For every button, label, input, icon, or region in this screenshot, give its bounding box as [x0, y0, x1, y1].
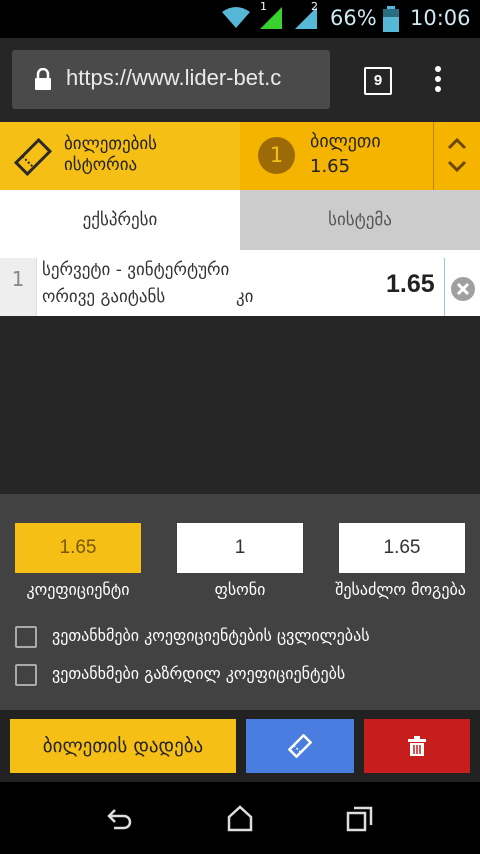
lock-icon — [35, 68, 51, 90]
chevron-up-icon — [447, 138, 467, 150]
coefficient-value: 1.65 — [15, 523, 141, 573]
ticket-history-label: ბილეთების ისტორია — [64, 134, 158, 175]
coefficient-label: კოეფიციენტი — [26, 580, 130, 599]
clock: 10:06 — [410, 6, 471, 30]
possible-win-label: შესაძლო მოგება — [335, 580, 466, 599]
tab-express[interactable]: ექსპრესი — [0, 190, 240, 250]
tabs-spacer — [0, 250, 480, 258]
ticket-icon — [14, 138, 52, 176]
bet-calculator: 1.65 1 1.65 კოეფიციენტი ფსონი შესაძლო მო… — [0, 494, 480, 710]
status-bar: 1 2 66% 10:06 — [0, 0, 480, 38]
ticket-odds: 1.65 — [310, 156, 351, 177]
selection-index: 1 — [0, 258, 37, 316]
battery-percent: 66% — [330, 6, 377, 30]
place-bet-button[interactable]: ბილეთის დადება — [10, 719, 236, 773]
tab-switcher-button[interactable]: 9 — [364, 67, 392, 95]
ticket-title: ბილეთი — [310, 131, 381, 152]
signal-1-label: 1 — [260, 0, 267, 13]
divider — [444, 258, 445, 316]
ticket-summary[interactable]: 1 ბილეთი 1.65 — [240, 122, 433, 190]
home-icon[interactable] — [226, 804, 254, 832]
action-bar: ბილეთის დადება — [0, 710, 480, 782]
bet-selection-row[interactable]: 1 სერვეტი - ვინტერტური ორივე გაიტანს კი … — [0, 258, 480, 316]
battery-icon — [383, 6, 399, 32]
selection-event: სერვეტი - ვინტერტური — [42, 260, 230, 280]
stake-label: ფსონი — [214, 580, 266, 599]
wifi-icon — [222, 7, 250, 28]
accept-increased-row[interactable]: ვეთანხმები გაზრდილ კოეფიციენტებს — [15, 664, 475, 688]
url-bar[interactable]: https://www.lider-bet.c — [12, 50, 330, 109]
ticket-history-button[interactable]: ბილეთების ისტორია — [0, 122, 240, 190]
browser-toolbar: https://www.lider-bet.c 9 — [0, 38, 480, 122]
empty-area — [0, 316, 480, 494]
accept-increased-label: ვეთანხმები გაზრდილ კოეფიციენტებს — [52, 664, 346, 683]
close-circle-icon[interactable] — [450, 276, 476, 302]
accept-changes-checkbox[interactable] — [15, 626, 37, 648]
ticket-count-badge: 1 — [258, 137, 295, 174]
possible-win-value: 1.65 — [339, 523, 465, 573]
ticket-header: ბილეთების ისტორია 1 ბილეთი 1.65 — [0, 122, 480, 190]
ticket-save-icon — [288, 734, 312, 758]
selection-market: ორივე გაიტანს — [42, 287, 166, 307]
tab-system[interactable]: სისტემა — [240, 190, 480, 250]
selection-outcome: კი — [236, 287, 254, 307]
save-ticket-button[interactable] — [246, 719, 354, 773]
expand-toggle-button[interactable] — [433, 122, 480, 190]
trash-icon — [408, 736, 426, 756]
menu-dots-icon[interactable] — [428, 66, 448, 96]
accept-changes-row[interactable]: ვეთანხმები კოეფიციენტების ცვლილებას — [15, 626, 475, 650]
accept-increased-checkbox[interactable] — [15, 664, 37, 686]
back-icon[interactable] — [106, 806, 134, 832]
stake-input[interactable]: 1 — [177, 523, 303, 573]
delete-ticket-button[interactable] — [364, 719, 470, 773]
chevron-down-icon — [447, 160, 467, 172]
signal-2-label: 2 — [311, 0, 318, 13]
recents-icon[interactable] — [346, 806, 374, 832]
url-text: https://www.lider-bet.c — [66, 65, 282, 90]
selection-odds: 1.65 — [386, 270, 435, 298]
android-nav-bar — [0, 782, 480, 854]
bet-type-tabs: ექსპრესი სისტემა — [0, 190, 480, 250]
accept-changes-label: ვეთანხმები კოეფიციენტების ცვლილებას — [52, 626, 370, 645]
